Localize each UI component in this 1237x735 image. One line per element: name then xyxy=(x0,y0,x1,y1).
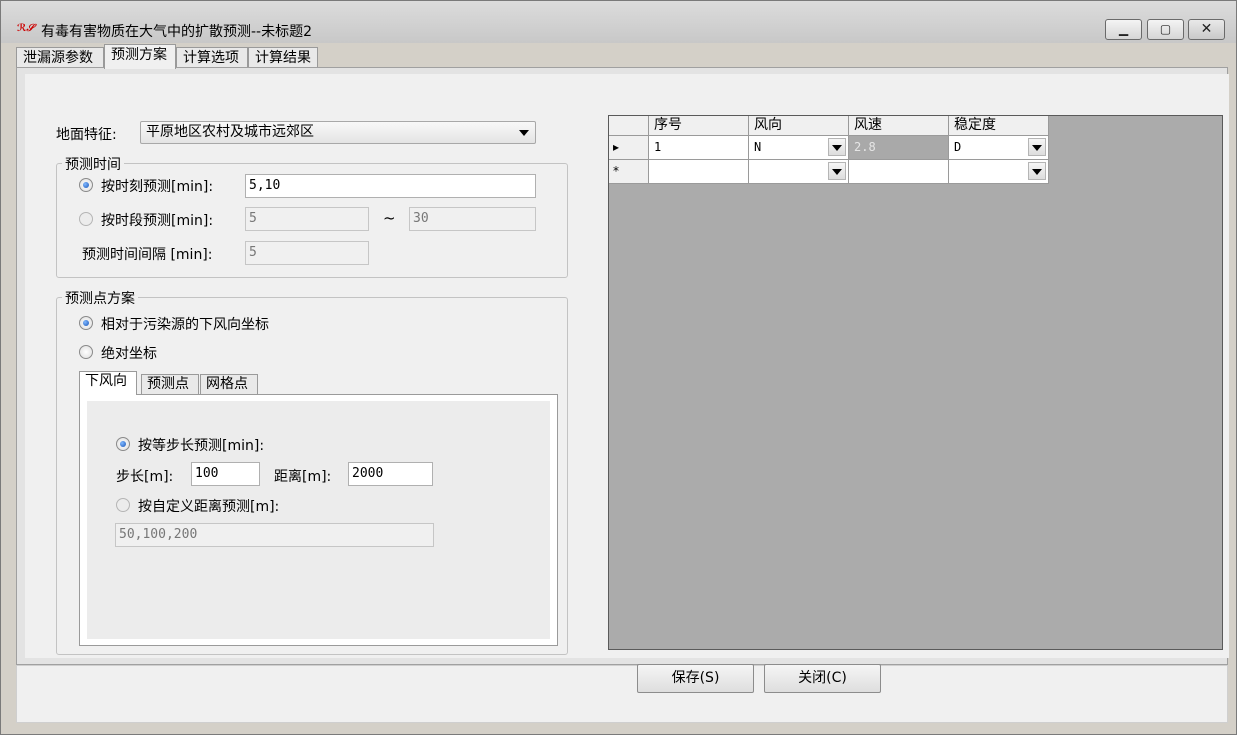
by-period-label: 按时段预测[min]: xyxy=(101,213,214,229)
terrain-label: 地面特征: xyxy=(56,127,117,143)
window-title: 有毒有害物质在大气中的扩散预测--未标题2 xyxy=(41,24,313,40)
wind-data-grid: 序号 风向 风速 稳定度 ▸ 1 N 2.8 D * xyxy=(608,115,1223,650)
cell-direction-value: N xyxy=(754,140,762,154)
subtab-downwind[interactable]: 下风向 xyxy=(79,371,137,395)
cell-stability[interactable]: D xyxy=(949,136,1049,160)
chevron-down-icon xyxy=(832,145,842,151)
grid-header-speed[interactable]: 风速 xyxy=(849,116,949,136)
point-scheme-group: 预测点方案 相对于污染源的下风向坐标 绝对坐标 下风向 预测点 网格点 按等步长… xyxy=(56,288,568,655)
new-cell-direction[interactable] xyxy=(749,160,849,184)
step-input[interactable]: 100 xyxy=(191,462,260,486)
close-icon: ✕ xyxy=(1200,21,1213,37)
equal-step-label: 按等步长预测[min]: xyxy=(138,438,265,454)
relative-coords-radio[interactable] xyxy=(79,316,93,330)
step-label: 步长[m]: xyxy=(116,469,174,485)
new-cell-index[interactable] xyxy=(649,160,749,184)
maximize-icon: ▢ xyxy=(1159,22,1172,36)
period-to-input[interactable]: 30 xyxy=(409,207,536,231)
subtab-forecast-points[interactable]: 预测点 xyxy=(141,374,199,395)
distance-input[interactable]: 2000 xyxy=(348,462,433,486)
cell-speed[interactable]: 2.8 xyxy=(849,136,949,160)
new-direction-dropdown-button[interactable] xyxy=(828,162,846,180)
stability-dropdown-button[interactable] xyxy=(1028,138,1046,156)
cell-direction[interactable]: N xyxy=(749,136,849,160)
maximize-button[interactable]: ▢ xyxy=(1147,19,1184,40)
distance-label: 距离[m]: xyxy=(274,469,332,485)
custom-distance-radio[interactable] xyxy=(116,498,130,512)
chevron-down-icon xyxy=(519,130,529,136)
chevron-down-icon xyxy=(1032,169,1042,175)
app-logo-icon: ℛ𝒮 xyxy=(17,23,35,34)
interval-input[interactable]: 5 xyxy=(245,241,369,265)
content-inner: 地面特征: 平原地区农村及城市远郊区 预测时间 按时刻预测[min]: 5,10… xyxy=(25,74,1229,658)
relative-coords-label: 相对于污染源的下风向坐标 xyxy=(101,317,269,333)
tab-leak-source[interactable]: 泄漏源参数 xyxy=(16,47,104,69)
main-window: ℛ𝒮 有毒有害物质在大气中的扩散预测--未标题2 ▁ ▢ ✕ 泄漏源参数 预测方… xyxy=(0,0,1237,735)
tab-calc-options[interactable]: 计算选项 xyxy=(176,47,248,69)
chevron-down-icon xyxy=(832,169,842,175)
close-button[interactable]: 关闭(C) xyxy=(764,664,881,693)
by-moment-input[interactable]: 5,10 xyxy=(245,174,536,198)
period-separator: ~ xyxy=(383,209,396,227)
point-scheme-title: 预测点方案 xyxy=(62,288,138,308)
title-bar: ℛ𝒮 有毒有害物质在大气中的扩散预测--未标题2 ▁ ▢ ✕ xyxy=(1,1,1236,43)
by-period-radio[interactable] xyxy=(79,212,93,226)
close-window-button[interactable]: ✕ xyxy=(1188,19,1225,40)
tab-calc-results[interactable]: 计算结果 xyxy=(248,47,318,69)
by-moment-radio[interactable] xyxy=(79,178,93,192)
absolute-coords-radio[interactable] xyxy=(79,345,93,359)
minimize-icon: ▁ xyxy=(1118,22,1129,36)
terrain-select[interactable]: 平原地区农村及城市远郊区 xyxy=(140,121,536,144)
new-cell-speed[interactable] xyxy=(849,160,949,184)
tab-content: 地面特征: 平原地区农村及城市远郊区 预测时间 按时刻预测[min]: 5,10… xyxy=(16,67,1229,665)
by-moment-label: 按时刻预测[min]: xyxy=(101,179,214,195)
grid-header-stability[interactable]: 稳定度 xyxy=(949,116,1049,136)
cell-index[interactable]: 1 xyxy=(649,136,749,160)
new-cell-stability[interactable] xyxy=(949,160,1049,184)
forecast-time-title: 预测时间 xyxy=(62,154,124,174)
bottom-bar: 保存(S) 关闭(C) xyxy=(16,664,1228,723)
downwind-panel: 按等步长预测[min]: 步长[m]: 100 距离[m]: 2000 按自定义… xyxy=(79,394,558,646)
row-marker-current[interactable]: ▸ xyxy=(609,136,649,160)
absolute-coords-label: 绝对坐标 xyxy=(101,346,157,362)
forecast-time-group: 预测时间 按时刻预测[min]: 5,10 按时段预测[min]: 5 ~ 30… xyxy=(56,154,568,278)
subtab-grid-points[interactable]: 网格点 xyxy=(200,374,258,395)
custom-distance-input[interactable]: 50,100,200 xyxy=(115,523,434,547)
chevron-down-icon xyxy=(1032,145,1042,151)
grid-header-index[interactable]: 序号 xyxy=(649,116,749,136)
grid-corner xyxy=(609,116,649,136)
period-from-input[interactable]: 5 xyxy=(245,207,369,231)
grid-header-direction[interactable]: 风向 xyxy=(749,116,849,136)
interval-label: 预测时间间隔 [min]: xyxy=(82,247,213,263)
minimize-button[interactable]: ▁ xyxy=(1105,19,1142,40)
new-stability-dropdown-button[interactable] xyxy=(1028,162,1046,180)
cell-stability-value: D xyxy=(954,140,962,154)
downwind-panel-inner: 按等步长预测[min]: 步长[m]: 100 距离[m]: 2000 按自定义… xyxy=(87,401,550,639)
custom-distance-label: 按自定义距离预测[m]: xyxy=(138,499,280,515)
row-marker-new[interactable]: * xyxy=(609,160,649,184)
direction-dropdown-button[interactable] xyxy=(828,138,846,156)
terrain-value: 平原地区农村及城市远郊区 xyxy=(146,124,314,140)
equal-step-radio[interactable] xyxy=(116,437,130,451)
save-button[interactable]: 保存(S) xyxy=(637,664,754,693)
tab-forecast-scheme[interactable]: 预测方案 xyxy=(104,44,176,69)
